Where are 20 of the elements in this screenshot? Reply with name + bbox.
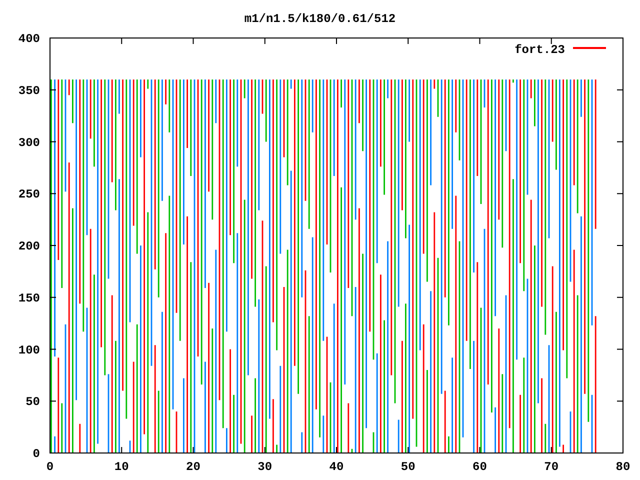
x-tick-label: 50	[400, 460, 416, 474]
y-tick-label: 400	[18, 32, 40, 46]
y-tick-label: 150	[18, 291, 40, 306]
x-tick-label: 40	[329, 460, 344, 474]
y-tick-label: 350	[18, 84, 40, 98]
y-tick-label: 250	[18, 188, 40, 202]
x-tick-label: 10	[114, 460, 129, 474]
y-tick-label: 300	[18, 136, 40, 150]
y-tick-label: 0	[32, 447, 40, 461]
x-tick-label: 20	[186, 460, 200, 474]
x-tick-label: 70	[544, 460, 559, 474]
y-tick-label: 200	[18, 240, 40, 254]
x-tick-label: 30	[258, 460, 272, 474]
legend-label: fort.23	[514, 43, 565, 57]
y-tick-label: 50	[26, 395, 40, 410]
y-tick-label: 100	[18, 343, 40, 358]
x-tick-label: 0	[46, 460, 54, 474]
x-tick-label: 80	[616, 460, 630, 474]
chart-title: m1/n1.5/k180/0.61/512	[244, 12, 396, 26]
x-tick-label: 60	[472, 460, 487, 474]
